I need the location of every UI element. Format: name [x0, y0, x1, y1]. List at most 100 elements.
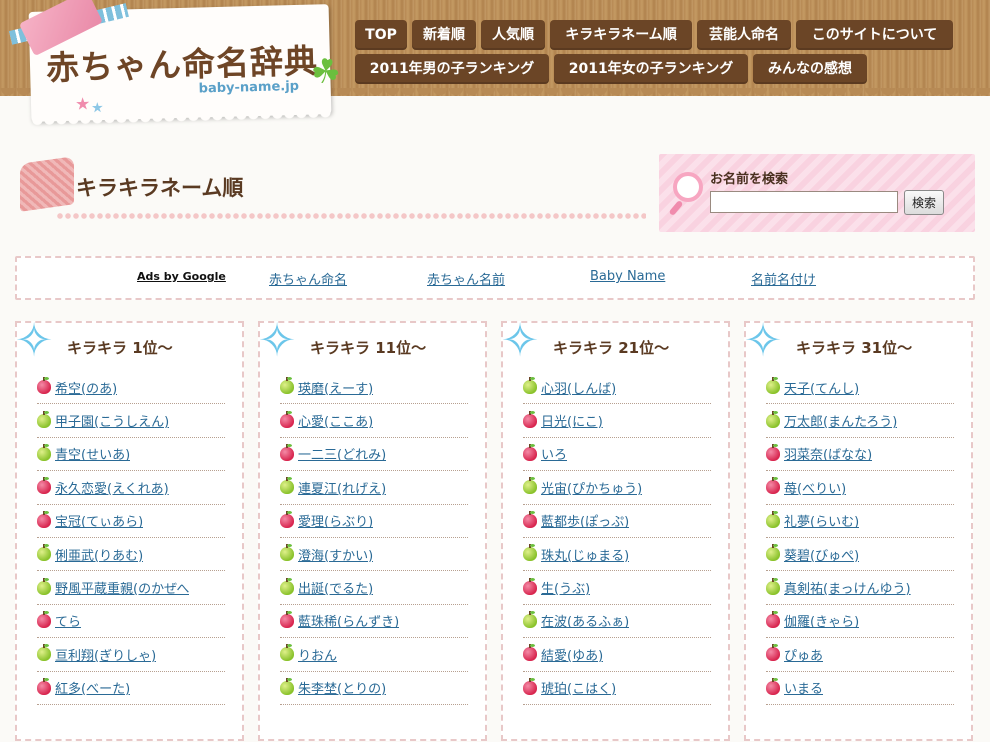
- ads-by-google-label[interactable]: Ads by Google: [137, 270, 226, 283]
- list-item: 澄海(すかい): [280, 538, 468, 572]
- name-link[interactable]: ぴゅあ: [784, 645, 823, 664]
- name-link[interactable]: 朱李埜(とりの): [298, 678, 386, 697]
- list-item: 珠丸(じゅまる): [523, 538, 711, 572]
- pink-star-icon: ★: [74, 94, 91, 115]
- name-link[interactable]: 苺(べりい): [784, 478, 846, 497]
- name-link[interactable]: 野風平蔵重親(のかぜへ: [55, 578, 189, 597]
- list-item: 心羽(しんば): [523, 371, 711, 405]
- magnifier-handle: [668, 199, 684, 217]
- ad-link[interactable]: 名前名付け: [751, 269, 816, 288]
- ad-link[interactable]: Baby Name: [590, 269, 665, 284]
- ad-link[interactable]: 赤ちゃん名前: [427, 269, 505, 288]
- list-item: 宝冠(てぃあら): [37, 505, 225, 538]
- name-link[interactable]: いまる: [784, 678, 823, 697]
- green-apple-icon: [280, 477, 294, 495]
- list-item: 青空(せいあ): [37, 438, 225, 472]
- name-link[interactable]: 在波(あるふぁ): [541, 611, 629, 630]
- name-link[interactable]: 澄海(すかい): [298, 545, 373, 564]
- list-item: 日光(にこ): [523, 404, 711, 438]
- name-link[interactable]: 俐亜武(りあむ): [55, 545, 143, 564]
- name-link[interactable]: りおん: [298, 645, 337, 664]
- green-apple-icon: [766, 410, 780, 428]
- nav-about[interactable]: このサイトについて: [796, 20, 953, 50]
- list-item: 万太郎(まんたろう): [766, 404, 954, 438]
- name-link[interactable]: 出誕(でるた): [298, 578, 373, 597]
- name-link[interactable]: 琥珀(こはく): [541, 678, 616, 697]
- name-link[interactable]: 希空(のあ): [55, 378, 117, 397]
- name-link[interactable]: いろ: [541, 444, 567, 463]
- red-apple-icon: [280, 510, 294, 528]
- name-link[interactable]: 葵碧(びゅぺ): [784, 545, 859, 564]
- green-apple-icon: [37, 443, 51, 461]
- list-item: 苺(べりい): [766, 471, 954, 505]
- list-item: 琥珀(こはく): [523, 672, 711, 705]
- name-link[interactable]: 宝冠(てぃあら): [55, 511, 143, 530]
- name-link[interactable]: 生(うぶ): [541, 578, 590, 597]
- red-apple-icon: [523, 443, 537, 461]
- name-link[interactable]: 天子(てんし): [784, 378, 859, 397]
- red-apple-icon: [766, 610, 780, 628]
- name-link[interactable]: 甲子園(こうしえん): [55, 411, 169, 430]
- name-link[interactable]: 礼夢(らいむ): [784, 511, 859, 530]
- red-apple-icon: [37, 677, 51, 695]
- list-item: 俐亜武(りあむ): [37, 538, 225, 572]
- green-apple-icon: [37, 644, 51, 662]
- name-link[interactable]: 心羽(しんば): [541, 378, 616, 397]
- nav-popular[interactable]: 人気順: [481, 20, 545, 50]
- nav-kirakira[interactable]: キラキラネーム順: [550, 20, 692, 50]
- site-logo[interactable]: 赤ちゃん命名辞典 baby-name.jp ☘ ★ ★: [8, 0, 344, 130]
- search-input[interactable]: [710, 191, 898, 213]
- nav-reviews[interactable]: みんなの感想: [753, 54, 867, 84]
- name-link[interactable]: 真剣祐(まっけんゆう): [784, 578, 911, 597]
- name-link[interactable]: 万太郎(まんたろう): [784, 411, 897, 430]
- green-apple-icon: [523, 610, 537, 628]
- ranking-column-2: ✧ キラキラ 11位〜 瑛磨(えーす) 心愛(ここあ) 一二三(どれみ) 連夏江(れげ…: [258, 313, 487, 741]
- name-link[interactable]: 日光(にこ): [541, 411, 603, 430]
- name-link[interactable]: 伽羅(きゃら): [784, 611, 859, 630]
- red-apple-icon: [523, 677, 537, 695]
- list-item: 藍都歩(ぽっぷ): [523, 505, 711, 538]
- magnifier-icon: [673, 172, 703, 202]
- site-domain: baby-name.jp: [198, 78, 300, 97]
- nav-girls-ranking[interactable]: 2011年女の子ランキング: [554, 54, 748, 84]
- name-link[interactable]: てら: [55, 611, 81, 630]
- nav-new[interactable]: 新着順: [412, 20, 476, 50]
- list-item: 亘利翔(ぎりしゃ): [37, 638, 225, 672]
- blue-star-icon: ★: [90, 100, 104, 117]
- green-apple-icon: [37, 544, 51, 562]
- name-link[interactable]: 結愛(ゆあ): [541, 645, 603, 664]
- name-link[interactable]: 心愛(ここあ): [298, 411, 373, 430]
- name-link[interactable]: 永久恋愛(えくれあ): [55, 478, 169, 497]
- red-apple-icon: [280, 443, 294, 461]
- list-item: ぴゅあ: [766, 638, 954, 672]
- name-link[interactable]: 連夏江(れげえ): [298, 478, 386, 497]
- name-link[interactable]: 瑛磨(えーす): [298, 378, 373, 397]
- red-apple-icon: [766, 443, 780, 461]
- nav-boys-ranking[interactable]: 2011年男の子ランキング: [355, 54, 549, 84]
- name-link[interactable]: 青空(せいあ): [55, 444, 130, 463]
- name-list: 心羽(しんば) 日光(にこ) いろ光宙(ぴかちゅう) 藍都歩(ぽっぷ) 珠丸(じゅまる)…: [523, 371, 711, 705]
- name-link[interactable]: 一二三(どれみ): [298, 444, 386, 463]
- green-apple-icon: [280, 677, 294, 695]
- nav-top[interactable]: TOP: [355, 20, 407, 50]
- list-item: 光宙(ぴかちゅう): [523, 471, 711, 505]
- name-link[interactable]: 珠丸(じゅまる): [541, 545, 629, 564]
- green-apple-icon: [523, 377, 537, 395]
- nav-celebrity[interactable]: 芸能人命名: [697, 20, 791, 50]
- name-link[interactable]: 光宙(ぴかちゅう): [541, 478, 642, 497]
- search-button[interactable]: 検索: [904, 190, 944, 215]
- name-link[interactable]: 紅多(べーた): [55, 678, 130, 697]
- red-apple-icon: [37, 377, 51, 395]
- ad-link[interactable]: 赤ちゃん命名: [269, 269, 347, 288]
- name-link[interactable]: 愛理(らぶり): [298, 511, 373, 530]
- name-link[interactable]: 藍珠稀(らんずき): [298, 611, 399, 630]
- name-link[interactable]: 亘利翔(ぎりしゃ): [55, 645, 156, 664]
- name-link[interactable]: 羽菜奈(ばなな): [784, 444, 872, 463]
- name-link[interactable]: 藍都歩(ぽっぷ): [541, 511, 629, 530]
- sparkle-icon: ✧: [257, 313, 297, 367]
- list-item: 希空(のあ): [37, 371, 225, 405]
- title-underline: [56, 212, 646, 220]
- list-item: てら: [37, 605, 225, 639]
- list-item: 朱李埜(とりの): [280, 672, 468, 705]
- list-item: 伽羅(きゃら): [766, 605, 954, 639]
